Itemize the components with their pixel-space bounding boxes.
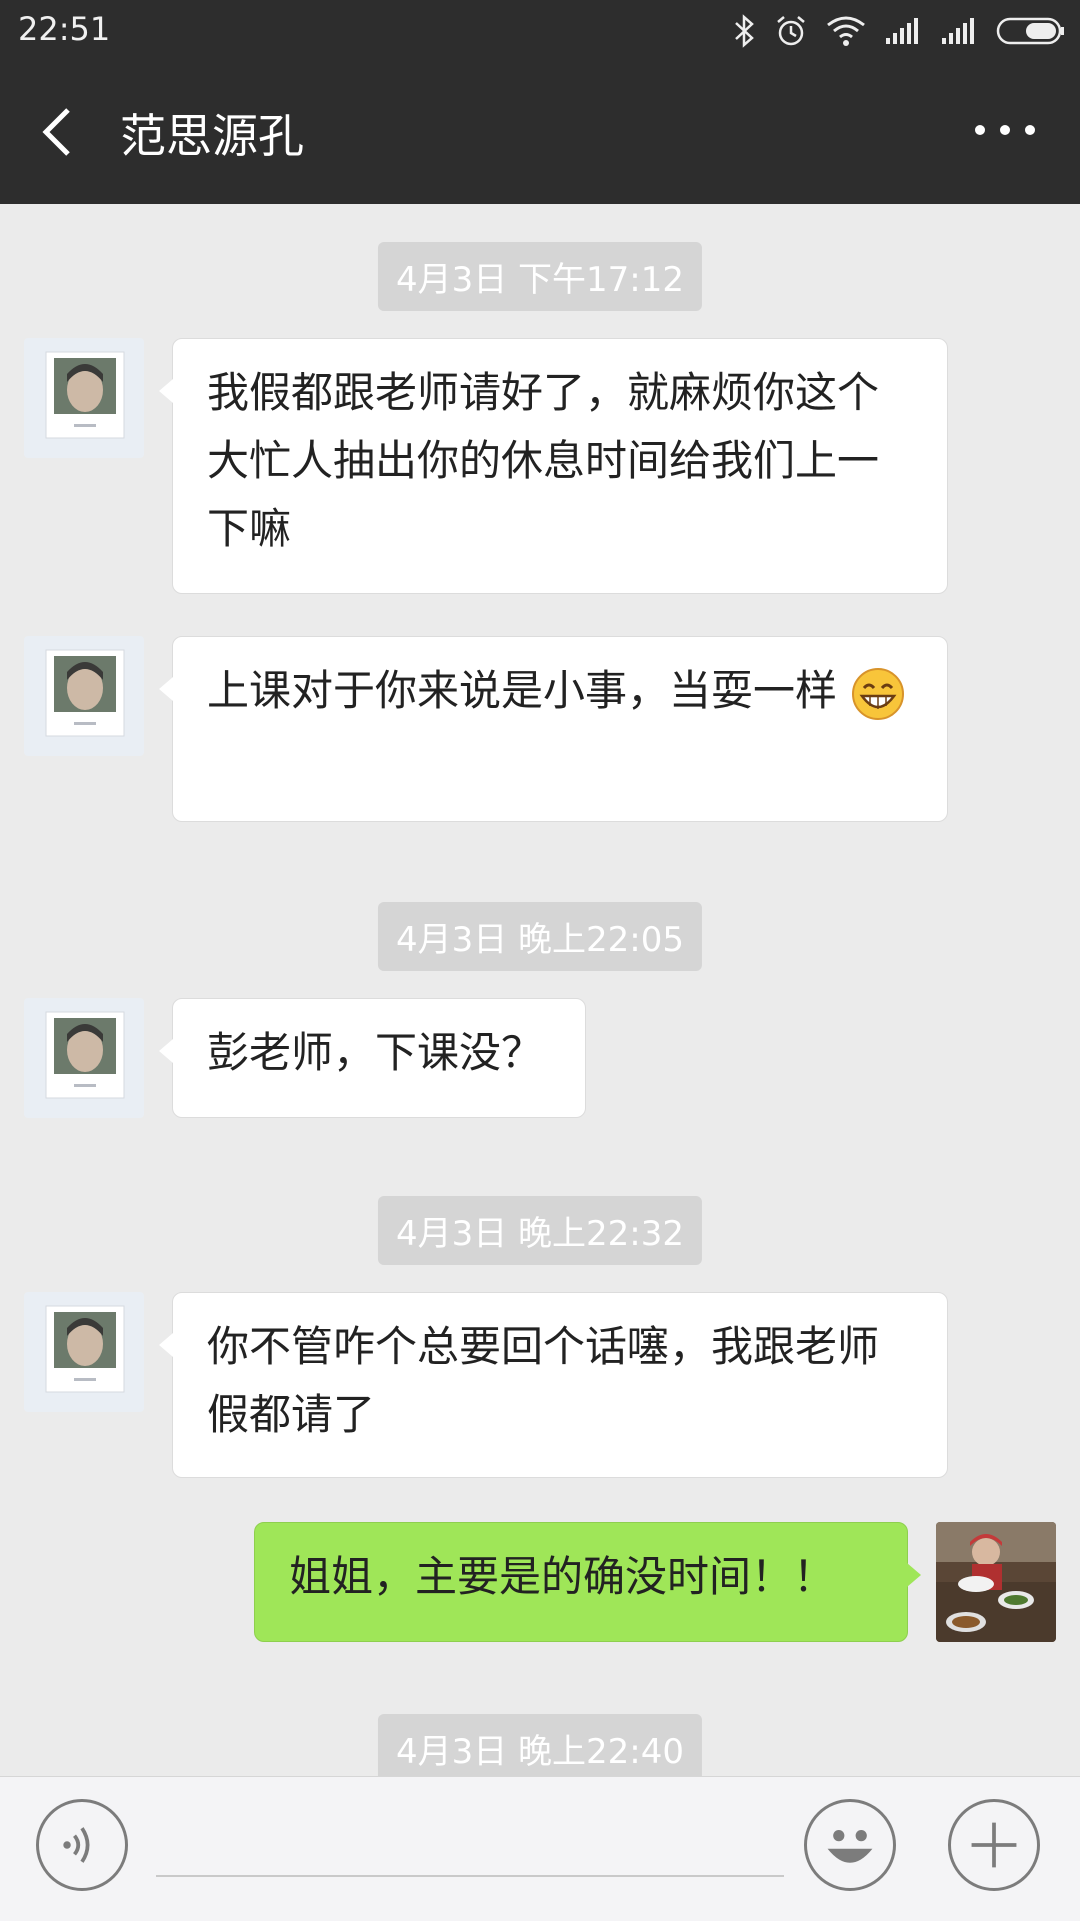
- status-time: 22:51: [18, 10, 111, 48]
- signal-icon: [886, 18, 918, 44]
- title-bar: 范思源孔: [0, 62, 1080, 204]
- more-dots-icon[interactable]: [970, 110, 1040, 150]
- input-bar: [0, 1776, 1080, 1921]
- contact-avatar[interactable]: [24, 338, 144, 458]
- message-text: 你不管咋个总要回个话噻，我跟老师假都请了: [207, 1322, 880, 1439]
- chat-title: 范思源孔: [120, 109, 304, 163]
- voice-button[interactable]: [36, 1799, 128, 1891]
- bluetooth-icon: [735, 14, 754, 48]
- grin-emoji-icon: [852, 667, 905, 720]
- contact-avatar[interactable]: [24, 1292, 144, 1412]
- message-bubble-received[interactable]: 我假都跟老师请好了，就麻烦你这个大忙人抽出你的休息时间给我们上一下嘛: [159, 338, 948, 594]
- timestamp: 4月3日 晚上22:40: [377, 1714, 703, 1776]
- message-text: 我假都跟老师请好了，就麻烦你这个大忙人抽出你的休息时间给我们上一下嘛: [207, 368, 880, 553]
- message-bubble-received[interactable]: 彭老师，下课没？: [159, 998, 586, 1118]
- message-text: 姐姐，主要是的确没时间！！: [289, 1552, 836, 1601]
- timestamp: 4月3日 晚上22:05: [377, 902, 703, 971]
- message-text: 上课对于你来说是小事，当耍一样: [207, 666, 838, 715]
- signal-icon: [942, 18, 974, 44]
- status-icons: [732, 8, 1066, 54]
- message-bubble-sent[interactable]: 姐姐，主要是的确没时间！！: [254, 1522, 921, 1642]
- timestamp: 4月3日 下午17:12: [377, 242, 703, 311]
- emoji-button[interactable]: [804, 1799, 896, 1891]
- my-avatar[interactable]: [936, 1522, 1056, 1642]
- contact-avatar[interactable]: [24, 998, 144, 1118]
- wifi-icon: [827, 16, 865, 46]
- chat-area[interactable]: 4月3日 下午17:12 我假都跟老师请好了，就麻烦你这个大忙人抽出你的休息时间…: [0, 204, 1080, 1776]
- status-bar: 22:51: [0, 0, 1080, 62]
- message-input[interactable]: [156, 1817, 784, 1877]
- contact-avatar[interactable]: [24, 636, 144, 756]
- battery-icon: [996, 17, 1064, 45]
- timestamp: 4月3日 晚上22:32: [377, 1196, 703, 1265]
- message-text: 彭老师，下课没？: [207, 1028, 544, 1077]
- message-bubble-received[interactable]: 你不管咋个总要回个话噻，我跟老师假都请了: [159, 1292, 948, 1478]
- plus-button[interactable]: [948, 1799, 1040, 1891]
- message-bubble-received[interactable]: 上课对于你来说是小事，当耍一样: [159, 636, 948, 822]
- alarm-icon: [777, 16, 805, 46]
- back-button[interactable]: [30, 102, 90, 162]
